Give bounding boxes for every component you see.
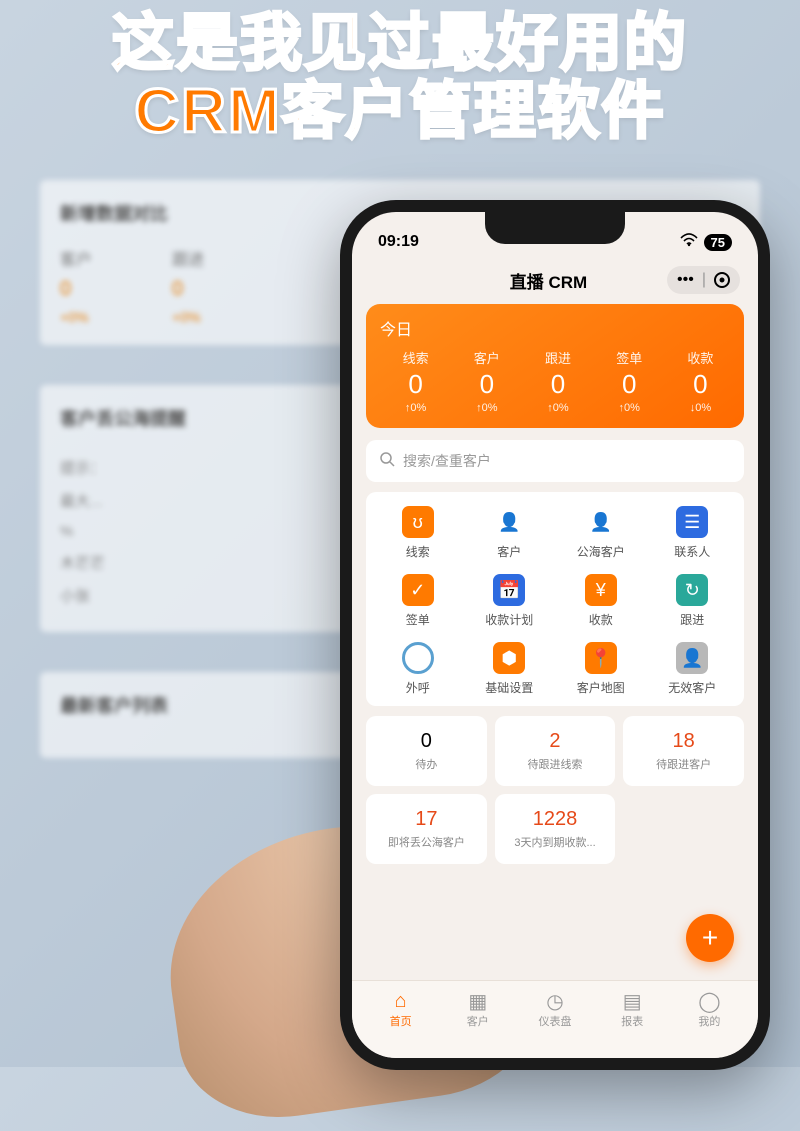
stat-todo[interactable]: 0待办 xyxy=(366,716,487,786)
stat-losing-public[interactable]: 17即将丢公海客户 xyxy=(366,794,487,864)
menu-contract[interactable]: ✓签单 xyxy=(372,574,464,628)
today-col-leads[interactable]: 线索 0 ↑0% xyxy=(380,348,451,414)
menu-public-customers[interactable]: 👤公海客户 xyxy=(555,506,647,560)
leads-icon: ʊ xyxy=(402,506,434,538)
bg-metric1-pct: +0% xyxy=(60,309,92,325)
menu-followup[interactable]: ↻跟进 xyxy=(647,574,739,628)
stat-cards: 0待办 2待跟进线索 18待跟进客户 17即将丢公海客户 12283天内到期收款… xyxy=(366,716,744,864)
tab-customers[interactable]: ▦客户 xyxy=(439,989,516,1036)
title-bar-actions[interactable]: ••• | xyxy=(667,266,740,294)
payment-plan-icon: 📅 xyxy=(493,574,525,606)
today-panel[interactable]: 今日 线索 0 ↑0% 客户 0 ↑0% 跟进 0 ↑0% xyxy=(366,304,744,428)
app-title: 直播 CRM xyxy=(510,268,587,293)
menu-payment-plan[interactable]: 📅收款计划 xyxy=(464,574,556,628)
stat-due-payment[interactable]: 12283天内到期收款... xyxy=(495,794,616,864)
menu-outbound[interactable]: 外呼 xyxy=(372,642,464,696)
today-col-customers[interactable]: 客户 0 ↑0% xyxy=(451,348,522,414)
bg-metric1-value: 0 xyxy=(60,278,92,301)
more-icon[interactable]: ••• xyxy=(677,272,694,288)
menu-customer-map[interactable]: 📍客户地图 xyxy=(555,642,647,696)
tab-dashboard[interactable]: ◷仪表盘 xyxy=(516,989,593,1036)
contacts-icon: ☰ xyxy=(676,506,708,538)
tab-reports[interactable]: ▤报表 xyxy=(594,989,671,1036)
settings-icon: ⬢ xyxy=(493,642,525,674)
menu-settings[interactable]: ⬢基础设置 xyxy=(464,642,556,696)
promo-headline: 这是我见过最好用的 CRM客户管理软件 xyxy=(0,10,800,146)
stat-pending-customers[interactable]: 18待跟进客户 xyxy=(623,716,744,786)
close-mini-icon[interactable] xyxy=(714,272,730,288)
outbound-icon xyxy=(402,642,434,674)
tab-mine[interactable]: ◯我的 xyxy=(671,989,748,1036)
person-icon: ◯ xyxy=(671,989,748,1013)
contract-icon: ✓ xyxy=(402,574,434,606)
battery-indicator: 75 xyxy=(704,234,732,251)
invalid-customer-icon: 👤 xyxy=(676,642,708,674)
status-time: 09:19 xyxy=(378,233,419,251)
phone-notch xyxy=(485,212,625,244)
phone-frame: 09:19 75 直播 CRM ••• | 今日 线索 0 xyxy=(340,200,770,1070)
bg-metric2-label: 跟进 xyxy=(172,246,204,270)
search-icon xyxy=(380,452,395,470)
bg-metric2-value: 0 xyxy=(172,278,204,301)
search-placeholder: 搜索/查重客户 xyxy=(403,451,491,471)
search-input[interactable]: 搜索/查重客户 xyxy=(366,440,744,482)
dashboard-icon: ◷ xyxy=(516,989,593,1013)
plus-icon: + xyxy=(702,922,718,954)
menu-customers[interactable]: 👤客户 xyxy=(464,506,556,560)
today-col-payment[interactable]: 收款 0 ↓0% xyxy=(665,348,736,414)
followup-icon: ↻ xyxy=(676,574,708,606)
stat-pending-leads[interactable]: 2待跟进线索 xyxy=(495,716,616,786)
public-customer-icon: 👤 xyxy=(585,506,617,538)
menu-invalid-customer[interactable]: 👤无效客户 xyxy=(647,642,739,696)
bg-metric2-pct: +0% xyxy=(172,309,204,325)
today-label: 今日 xyxy=(380,316,736,340)
wifi-icon xyxy=(680,233,698,252)
bottom-tab-bar: ⌂首页 ▦客户 ◷仪表盘 ▤报表 ◯我的 xyxy=(352,980,758,1058)
menu-leads[interactable]: ʊ线索 xyxy=(372,506,464,560)
map-pin-icon: 📍 xyxy=(585,642,617,674)
tab-home[interactable]: ⌂首页 xyxy=(362,989,439,1036)
phone-screen: 09:19 75 直播 CRM ••• | 今日 线索 0 xyxy=(352,212,758,1058)
customer-icon: 👤 xyxy=(493,506,525,538)
report-icon: ▤ xyxy=(594,989,671,1013)
today-col-contract[interactable]: 签单 0 ↑0% xyxy=(594,348,665,414)
bg-metric1-label: 客户 xyxy=(60,246,92,270)
home-icon: ⌂ xyxy=(362,989,439,1013)
menu-contacts[interactable]: ☰联系人 xyxy=(647,506,739,560)
payment-icon: ¥ xyxy=(585,574,617,606)
grid-icon: ▦ xyxy=(439,989,516,1013)
menu-payment[interactable]: ¥收款 xyxy=(555,574,647,628)
add-fab-button[interactable]: + xyxy=(686,914,734,962)
menu-grid: ʊ线索 👤客户 👤公海客户 ☰联系人 ✓签单 📅收款计划 ¥收款 ↻跟进 外呼 … xyxy=(366,492,744,706)
app-title-bar: 直播 CRM ••• | xyxy=(352,260,758,304)
today-col-followup[interactable]: 跟进 0 ↑0% xyxy=(522,348,593,414)
